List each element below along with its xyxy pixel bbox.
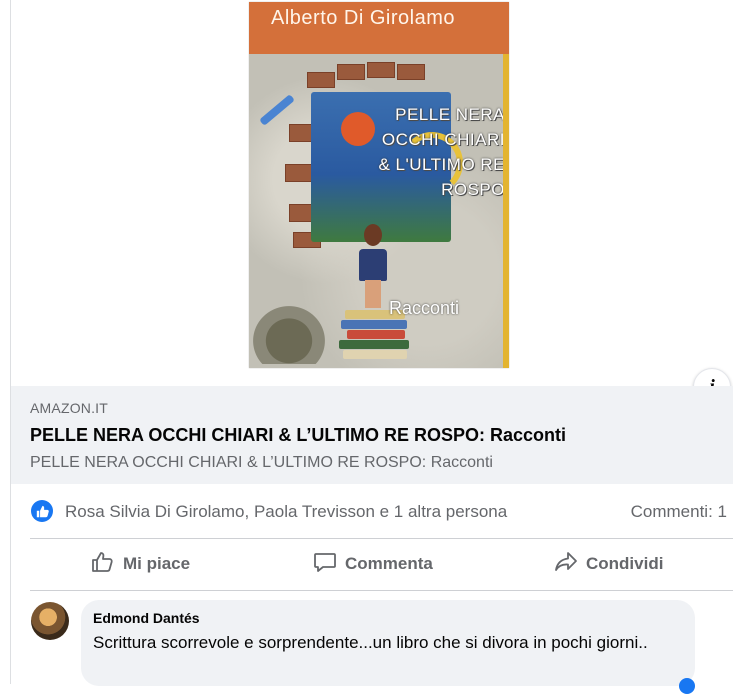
comment-text: Scrittura scorrevole e sorprendente...un…	[93, 633, 648, 652]
cover-illustration: PELLE NERA OCCHI CHIARI & L'ULTIMO RE RO…	[249, 54, 505, 368]
thumbs-up-outline-icon	[91, 551, 123, 578]
brick	[285, 164, 313, 182]
link-domain: AMAZON.IT	[30, 400, 109, 416]
pen-illustration	[259, 94, 295, 126]
sun-illustration	[341, 112, 375, 146]
figure-body	[359, 249, 387, 281]
brick	[337, 64, 365, 80]
share-label: Condividi	[586, 554, 664, 573]
reactions-summary[interactable]: Rosa Silvia Di Girolamo, Paola Trevisson…	[11, 494, 733, 530]
comment-label: Commenta	[345, 554, 433, 573]
link-description: PELLE NERA OCCHI CHIARI & L’ULTIMO RE RO…	[30, 454, 493, 471]
figure-head	[364, 224, 382, 246]
cover-title: PELLE NERA OCCHI CHIARI & L'ULTIMO RE RO…	[378, 105, 505, 199]
cover-subtitle: Racconti	[389, 298, 460, 318]
toad-illustration	[253, 306, 325, 364]
comment-bubble-icon	[313, 551, 345, 578]
link-title[interactable]: PELLE NERA OCCHI CHIARI & L’ULTIMO RE RO…	[30, 425, 566, 446]
comment-bubble: Edmond Dantés Scrittura scorrevole e sor…	[81, 600, 695, 686]
comment-item: Edmond Dantés Scrittura scorrevole e sor…	[11, 598, 733, 686]
thumbs-up-icon	[31, 500, 53, 522]
brick	[397, 64, 425, 80]
commenter-name[interactable]: Edmond Dantés	[93, 610, 200, 626]
like-button[interactable]: Mi piace	[91, 542, 190, 586]
divider	[30, 590, 733, 591]
brick	[367, 62, 395, 78]
commenter-avatar[interactable]	[31, 602, 69, 640]
link-image-area[interactable]: Alberto Di Girolamo PELLE NERA OCCHI CHI…	[11, 0, 733, 386]
post-actions: Mi piace Commenta Condividi	[11, 542, 733, 586]
comment-reaction-icon[interactable]	[679, 678, 695, 694]
brick	[307, 72, 335, 88]
post-card: Alberto Di Girolamo PELLE NERA OCCHI CHI…	[10, 0, 733, 694]
comments-count[interactable]: Commenti: 1	[631, 502, 727, 522]
share-button[interactable]: Condividi	[554, 542, 663, 586]
brick	[289, 204, 313, 222]
brick	[289, 124, 313, 142]
link-preview[interactable]: AMAZON.IT PELLE NERA OCCHI CHIARI & L’UL…	[11, 386, 733, 484]
reactors-names[interactable]: Rosa Silvia Di Girolamo, Paola Trevisson…	[65, 502, 507, 522]
cover-edge-stripe	[503, 54, 509, 368]
cover-author: Alberto Di Girolamo	[271, 7, 456, 29]
like-label: Mi piace	[123, 554, 191, 573]
book-cover-image[interactable]: Alberto Di Girolamo PELLE NERA OCCHI CHI…	[249, 2, 509, 368]
comment-button[interactable]: Commenta	[313, 542, 433, 586]
share-arrow-icon	[554, 551, 586, 578]
divider	[30, 538, 733, 539]
cover-author-banner: Alberto Di Girolamo	[249, 2, 509, 54]
